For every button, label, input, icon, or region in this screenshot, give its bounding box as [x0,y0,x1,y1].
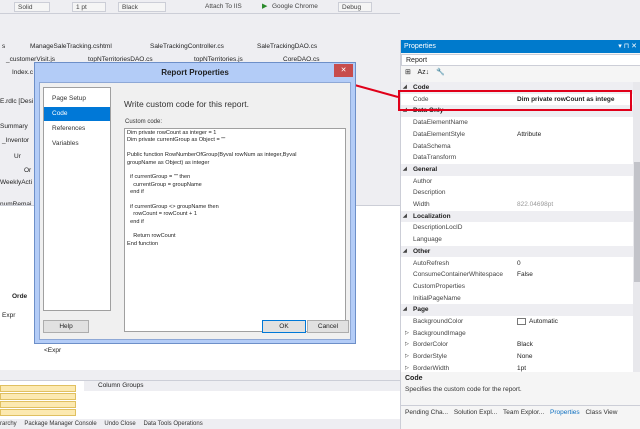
help-button[interactable]: Help [43,320,89,333]
code-line: rowCount = rowCount + 1 [127,211,197,218]
dialog-body: Page Setup Code References Variables Wri… [39,82,351,340]
dialog-nav: Page Setup Code References Variables [43,87,111,311]
custom-code-label: Custom code: [125,119,163,125]
custom-code-textarea[interactable]: Dim private rowCount as integer = 1 Dim p… [124,128,346,332]
code-line: if currentGroup = "" then [127,174,191,181]
dialog-title: Report Properties [161,68,229,77]
code-line: Public function RowNumberOfGroup(Byval r… [127,152,297,159]
code-line: end if [127,218,144,225]
code-line: end if [127,189,144,196]
nav-code[interactable]: Code [44,107,110,121]
ok-button[interactable]: OK [262,320,306,333]
code-line: End function [127,240,159,247]
code-line: Dim private currentGroup as Object = "" [127,137,226,144]
code-line: currentGroup = groupName [127,181,202,188]
code-line: if currentGroup <> groupName then [127,203,219,210]
report-properties-dialog: Report Properties ✕ Page Setup Code Refe… [34,62,356,344]
code-line: Return rowCount [127,233,176,240]
nav-variables[interactable]: Variables [44,137,110,151]
cancel-button[interactable]: Cancel [307,320,349,333]
nav-references[interactable]: References [44,122,110,136]
close-icon[interactable]: ✕ [334,64,353,77]
dialog-heading: Write custom code for this report. [124,99,250,109]
code-line: Dim private rowCount as integer = 1 [127,130,217,136]
code-line: groupName as Object) as integer [127,159,210,166]
nav-page-setup[interactable]: Page Setup [44,92,110,106]
